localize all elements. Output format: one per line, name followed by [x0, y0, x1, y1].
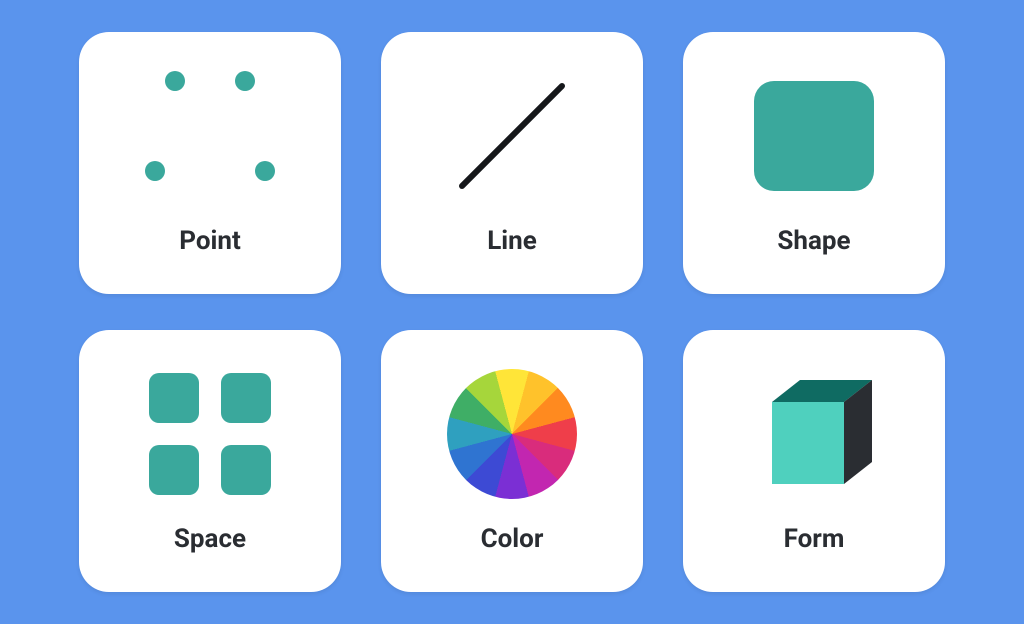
point-dots-icon: [99, 56, 321, 216]
line-icon: [401, 56, 623, 216]
shape-icon: [703, 56, 925, 216]
cube-icon: [703, 354, 925, 514]
elements-grid: Point Line Shape Space Color: [79, 32, 945, 592]
card-label: Form: [784, 524, 845, 554]
card-label: Space: [174, 524, 246, 554]
card-line[interactable]: Line: [381, 32, 643, 294]
color-wheel-icon: [401, 354, 623, 514]
card-shape[interactable]: Shape: [683, 32, 945, 294]
card-label: Point: [179, 226, 241, 256]
card-label: Color: [481, 524, 544, 554]
card-label: Line: [487, 226, 537, 256]
card-space[interactable]: Space: [79, 330, 341, 592]
space-icon: [99, 354, 321, 514]
card-color[interactable]: Color: [381, 330, 643, 592]
card-point[interactable]: Point: [79, 32, 341, 294]
card-form[interactable]: Form: [683, 330, 945, 592]
card-label: Shape: [777, 226, 850, 256]
